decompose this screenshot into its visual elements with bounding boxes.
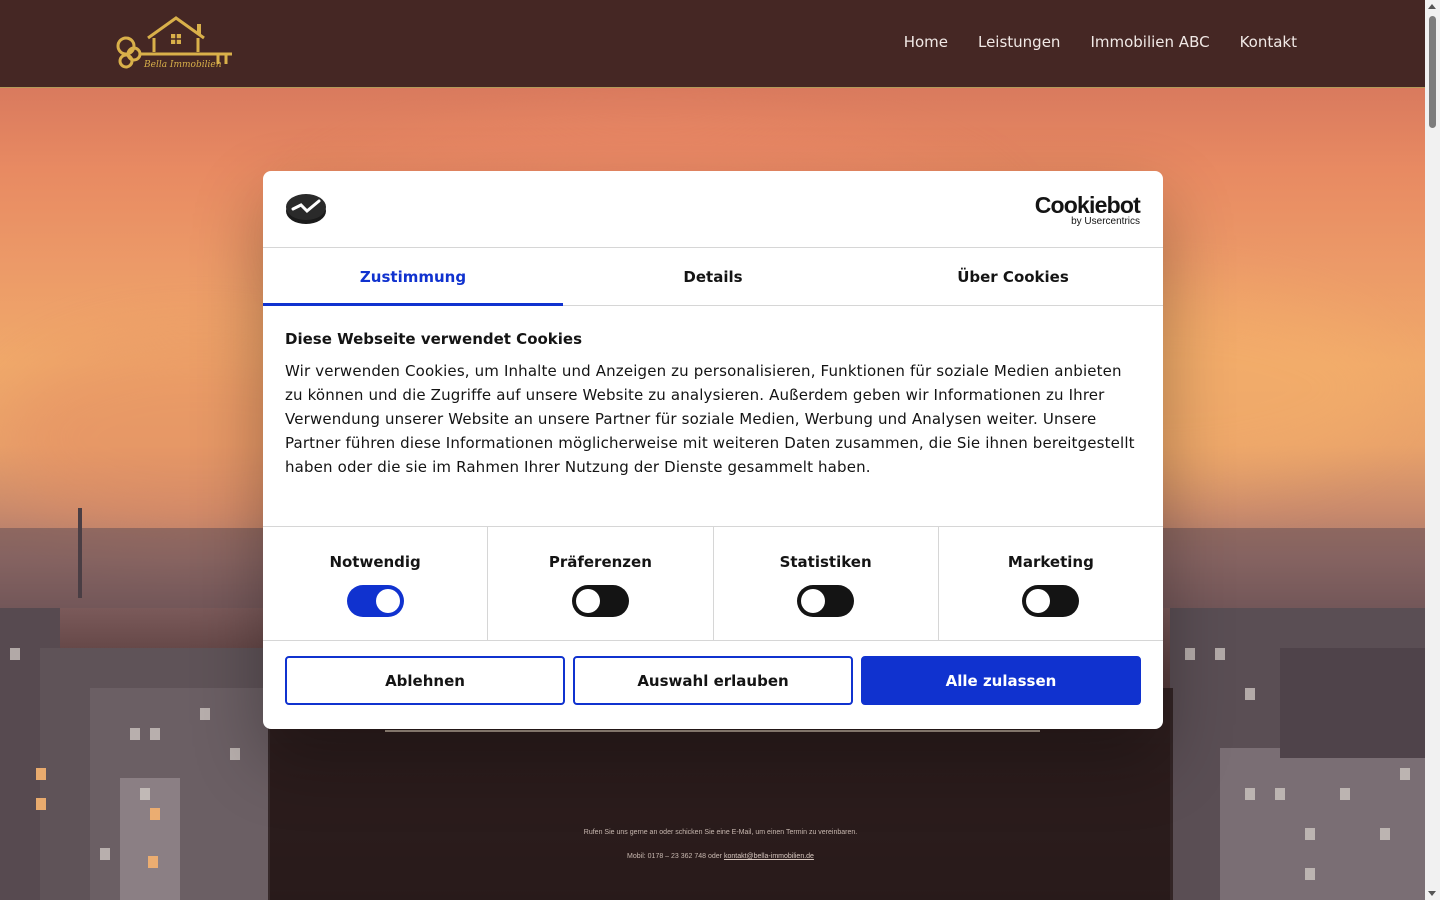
toggle-label: Notwendig <box>329 553 421 571</box>
logo-wordmark: Bella Immobilien <box>144 60 222 70</box>
toggle-cell-praeferenzen: Präferenzen <box>488 527 714 640</box>
allow-selection-button[interactable]: Auswahl erlauben <box>573 656 853 705</box>
brand-subtitle: by Usercentrics <box>1071 216 1140 227</box>
toggle-statistiken[interactable] <box>797 585 855 617</box>
allow-all-button[interactable]: Alle zulassen <box>861 656 1141 705</box>
page-scrollbar[interactable] <box>1425 0 1440 900</box>
divider <box>385 730 1040 732</box>
toggle-label: Marketing <box>1007 553 1094 571</box>
tab-zustimmung[interactable]: Zustimmung <box>263 248 563 306</box>
phone-text: Mobil: 0178 – 23 362 748 oder <box>627 853 723 860</box>
nav-leistungen[interactable]: Leistungen <box>978 33 1060 51</box>
consent-body: Wir verwenden Cookies, um Inhalte und An… <box>285 362 1135 476</box>
cookie-logo-icon <box>285 193 327 225</box>
toggle-cell-notwendig: Notwendig <box>263 527 489 640</box>
toggle-marketing[interactable] <box>1022 585 1080 617</box>
toggle-knob <box>575 589 600 613</box>
main-nav: Home Leistungen Immobilien ABC Kontakt <box>904 33 1297 51</box>
tab-details[interactable]: Details <box>563 248 863 305</box>
contact-text: Rufen Sie uns gerne an oder schicken Sie… <box>583 829 858 836</box>
scroll-down-icon[interactable] <box>1428 891 1436 896</box>
dialog-header: Cookiebot by Usercentrics <box>263 171 1163 248</box>
contact-line: Mobil: 0178 – 23 362 748 oder kontakt@be… <box>268 853 1173 860</box>
nav-home[interactable]: Home <box>904 33 948 51</box>
dialog-actions: Ablehnen Auswahl erlauben Alle zulassen <box>263 641 1163 720</box>
toggle-label: Präferenzen <box>548 553 652 571</box>
tab-ueber-cookies[interactable]: Über Cookies <box>863 248 1163 305</box>
brand-name: Cookiebot <box>1034 192 1141 218</box>
site-header: Bella Immobilien Home Leistungen Immobil… <box>0 0 1425 88</box>
nav-kontakt[interactable]: Kontakt <box>1240 33 1297 51</box>
nav-immobilien-abc[interactable]: Immobilien ABC <box>1090 33 1209 51</box>
toggle-knob <box>1026 589 1051 613</box>
toggle-notwendig[interactable] <box>346 585 404 617</box>
toggle-knob <box>375 589 400 613</box>
toggle-praeferenzen[interactable] <box>571 585 629 617</box>
cookiebot-brand[interactable]: Cookiebot by Usercentrics <box>1034 192 1141 227</box>
dialog-tabs: Zustimmung Details Über Cookies <box>263 248 1163 306</box>
consent-title: Diese Webseite verwendet Cookies <box>285 330 583 348</box>
toggle-cell-statistiken: Statistiken <box>714 527 939 640</box>
scroll-up-icon[interactable] <box>1428 4 1436 9</box>
scroll-thumb[interactable] <box>1429 16 1436 128</box>
cookie-consent-dialog: Cookiebot by Usercentrics Zustimmung Det… <box>263 171 1163 729</box>
cookie-category-toggles: Notwendig Präferenzen Statistiken Market… <box>263 527 1163 641</box>
toggle-knob <box>801 589 826 613</box>
toggle-cell-marketing: Marketing <box>939 527 1163 640</box>
toggle-label: Statistiken <box>779 553 872 571</box>
email-link[interactable]: kontakt@bella-immobilien.de <box>724 853 814 860</box>
consent-text: Diese Webseite verwendet Cookies Wir ver… <box>263 306 1163 527</box>
decline-button[interactable]: Ablehnen <box>285 656 565 705</box>
